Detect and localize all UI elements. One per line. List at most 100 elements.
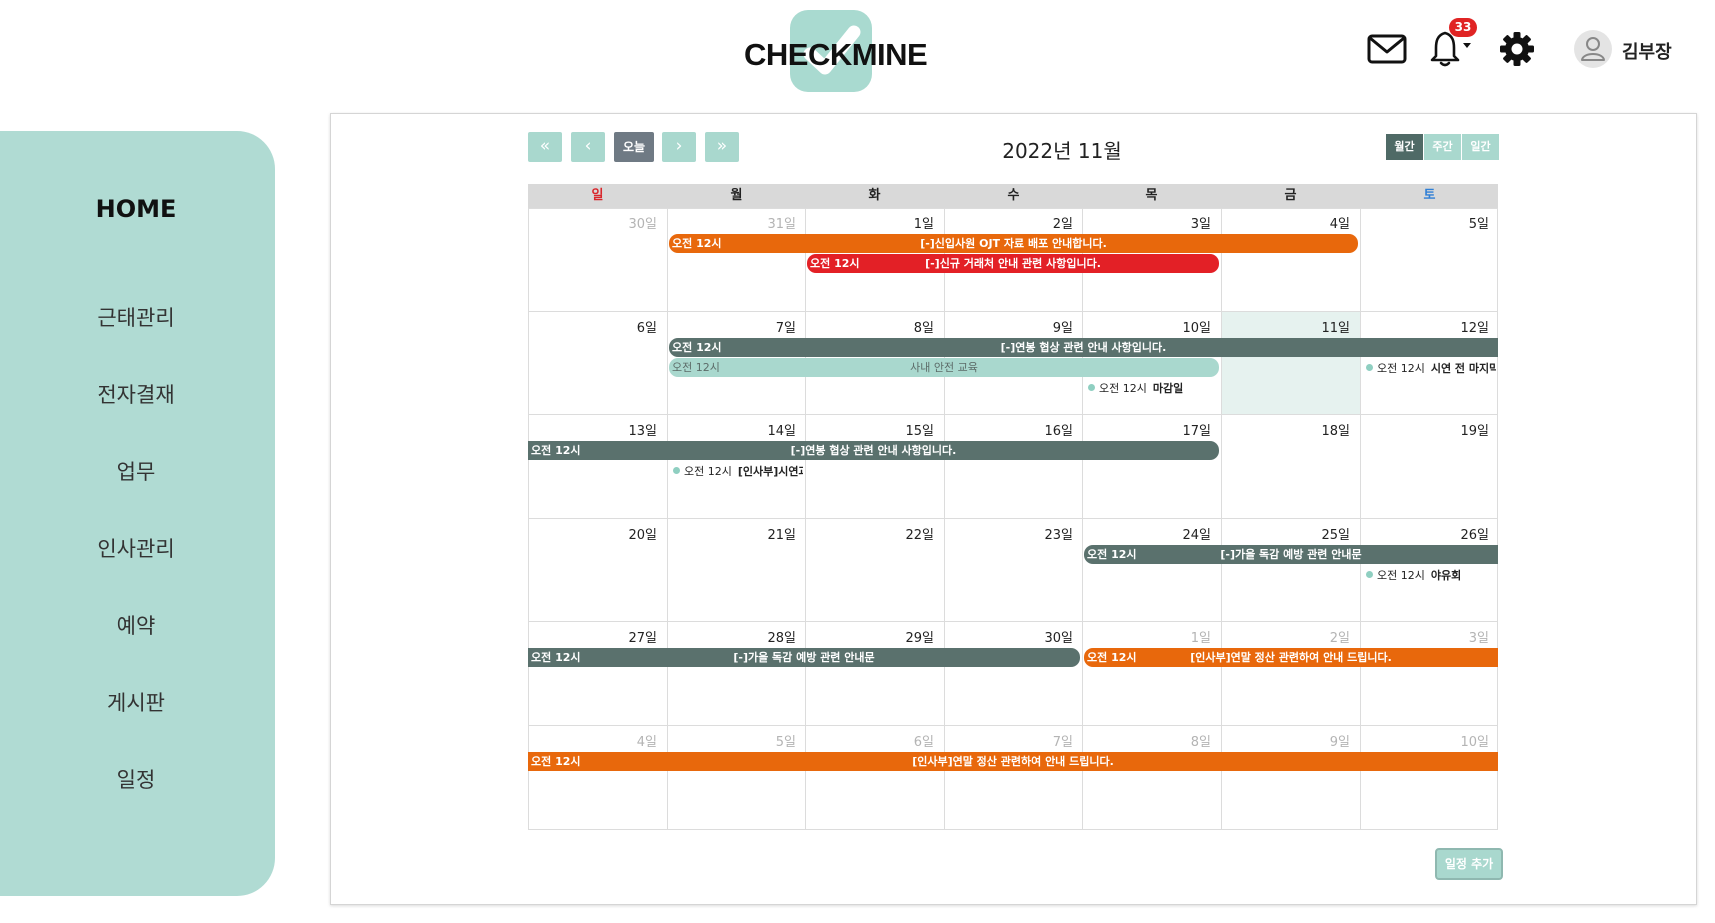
sidebar-item-attendance[interactable]: 근태관리 — [0, 302, 272, 332]
event-bar[interactable]: [인사부]연말 정산 관련하여 안내 드립니다. 오전 12시 — [528, 752, 1498, 771]
day-number[interactable]: 8일 — [1087, 731, 1211, 750]
event-time: 오전 12시 — [1377, 569, 1425, 582]
event-title: 야유회 — [1430, 569, 1462, 582]
day-number[interactable]: 3일 — [1087, 213, 1211, 232]
day-number[interactable]: 2일 — [949, 213, 1073, 232]
week-divider — [528, 518, 1498, 519]
day-number[interactable]: 30일 — [949, 627, 1073, 646]
event-title: [-]신입사원 OJT 자료 배포 안내합니다. — [920, 237, 1107, 250]
sidebar-item-schedule[interactable]: 일정 — [0, 764, 272, 794]
mail-icon[interactable] — [1367, 33, 1407, 65]
event-title: [인사부]시연과 관 — [737, 465, 803, 478]
day-number[interactable]: 18일 — [1226, 420, 1350, 439]
day-number[interactable]: 13일 — [533, 420, 657, 439]
user-name[interactable]: 김부장 — [1622, 38, 1672, 64]
weekday-label: 수 — [1007, 188, 1020, 203]
logo[interactable]: CHECKMINE — [740, 8, 928, 92]
day-number[interactable]: 8일 — [810, 317, 934, 336]
calendar-title: 2022년 11월 — [1002, 139, 1122, 163]
day-number[interactable]: 31일 — [672, 213, 796, 232]
sidebar-home[interactable]: HOME — [0, 195, 272, 223]
day-number[interactable]: 21일 — [672, 524, 796, 543]
day-number[interactable]: 15일 — [810, 420, 934, 439]
event-bar[interactable]: 사내 안전 교육 오전 12시 — [669, 358, 1219, 377]
event-title: [-]연봉 협상 관련 안내 사항입니다. — [790, 444, 957, 457]
event-bar[interactable]: [-]신규 거래처 안내 관련 사항입니다. 오전 12시 — [807, 254, 1219, 273]
column-divider — [528, 208, 529, 830]
view-month-button[interactable]: 월간 — [1386, 134, 1423, 160]
gear-icon[interactable] — [1499, 31, 1535, 67]
week-divider — [528, 621, 1498, 622]
sidebar-item-approval[interactable]: 전자결재 — [0, 379, 272, 409]
event-bar[interactable]: [-]가을 독감 예방 관련 안내문 오전 12시 — [528, 648, 1080, 667]
day-number[interactable]: 5일 — [1365, 213, 1489, 232]
event-time: 오전 12시 — [1377, 362, 1425, 375]
day-number[interactable]: 30일 — [533, 213, 657, 232]
day-number[interactable]: 20일 — [533, 524, 657, 543]
logo-text: CHECKMINE — [744, 37, 928, 72]
event-time: 오전 12시 — [1087, 548, 1137, 561]
sidebar-item-reservation[interactable]: 예약 — [0, 610, 272, 640]
day-number[interactable]: 10일 — [1365, 731, 1489, 750]
day-number[interactable]: 16일 — [949, 420, 1073, 439]
add-schedule-button[interactable]: 일정 추가 — [1435, 848, 1503, 880]
day-number[interactable]: 27일 — [533, 627, 657, 646]
day-number[interactable]: 6일 — [810, 731, 934, 750]
day-number[interactable]: 2일 — [1226, 627, 1350, 646]
day-number[interactable]: 26일 — [1365, 524, 1489, 543]
day-number[interactable]: 23일 — [949, 524, 1073, 543]
day-number[interactable]: 17일 — [1087, 420, 1211, 439]
day-number[interactable]: 19일 — [1365, 420, 1489, 439]
event-item[interactable]: 오전 12시 마감일 — [1086, 380, 1219, 396]
day-number[interactable]: 25일 — [1226, 524, 1350, 543]
calendar-grid: 일 월 화 수 목 금 토 30일 31일 1일 2일 3일 4일 5일 6일 7일 8일 9일 10일 11일 12… — [528, 184, 1498, 830]
day-number[interactable]: 12일 — [1365, 317, 1489, 336]
day-number[interactable]: 22일 — [810, 524, 934, 543]
today-button[interactable]: 오늘 — [614, 132, 654, 162]
day-number[interactable]: 4일 — [1226, 213, 1350, 232]
event-item[interactable]: 오전 12시 [인사부]시연과 관 — [671, 463, 803, 479]
day-number[interactable]: 7일 — [949, 731, 1073, 750]
event-time: 오전 12시 — [672, 237, 722, 250]
next-month-button[interactable]: › — [662, 132, 696, 162]
day-number[interactable]: 6일 — [533, 317, 657, 336]
day-number[interactable]: 9일 — [1226, 731, 1350, 750]
day-number[interactable]: 1일 — [1087, 627, 1211, 646]
view-day-button[interactable]: 일간 — [1462, 134, 1499, 160]
day-number[interactable]: 7일 — [672, 317, 796, 336]
avatar[interactable] — [1574, 30, 1612, 68]
last-page-button[interactable]: » — [705, 132, 739, 162]
sidebar: HOME 근태관리 전자결재 업무 인사관리 예약 게시판 일정 — [0, 131, 275, 896]
view-week-button[interactable]: 주간 — [1424, 134, 1461, 160]
day-number[interactable]: 3일 — [1365, 627, 1489, 646]
prev-month-button[interactable]: ‹ — [571, 132, 605, 162]
event-bar[interactable]: [-]연봉 협상 관련 안내 사항입니다. 오전 12시 — [669, 338, 1498, 357]
weekday-label: 금 — [1284, 188, 1297, 203]
day-number[interactable]: 28일 — [672, 627, 796, 646]
day-number[interactable]: 29일 — [810, 627, 934, 646]
week-divider — [528, 829, 1498, 830]
weekday-label: 일 — [591, 188, 604, 203]
event-item[interactable]: 오전 12시 시연 전 마지막 테 — [1364, 360, 1496, 376]
day-number[interactable]: 10일 — [1087, 317, 1211, 336]
event-title: [-]신규 거래처 안내 관련 사항입니다. — [925, 257, 1101, 270]
sidebar-item-board[interactable]: 게시판 — [0, 687, 272, 717]
event-item[interactable]: 오전 12시 야유회 — [1364, 567, 1496, 583]
sidebar-item-tasks[interactable]: 업무 — [0, 456, 272, 486]
event-bar[interactable]: [-]신입사원 OJT 자료 배포 안내합니다. 오전 12시 — [669, 234, 1358, 253]
event-time: 오전 12시 — [531, 651, 581, 664]
event-bar[interactable]: [-]연봉 협상 관련 안내 사항입니다. 오전 12시 — [528, 441, 1219, 460]
day-number[interactable]: 14일 — [672, 420, 796, 439]
event-title: [-]연봉 협상 관련 안내 사항입니다. — [1000, 341, 1167, 354]
event-time: 오전 12시 — [531, 444, 581, 457]
first-page-button[interactable]: « — [528, 132, 562, 162]
day-number[interactable]: 11일 — [1226, 317, 1350, 336]
day-number[interactable]: 4일 — [533, 731, 657, 750]
day-number[interactable]: 5일 — [672, 731, 796, 750]
event-bar[interactable]: [-]가을 독감 예방 관련 안내문 오전 12시 — [1084, 545, 1498, 564]
day-number[interactable]: 1일 — [810, 213, 934, 232]
day-number[interactable]: 24일 — [1087, 524, 1211, 543]
event-bar[interactable]: [인사부]연말 정산 관련하여 안내 드립니다. 오전 12시 — [1084, 648, 1498, 667]
day-number[interactable]: 9일 — [949, 317, 1073, 336]
sidebar-item-hr[interactable]: 인사관리 — [0, 533, 272, 563]
